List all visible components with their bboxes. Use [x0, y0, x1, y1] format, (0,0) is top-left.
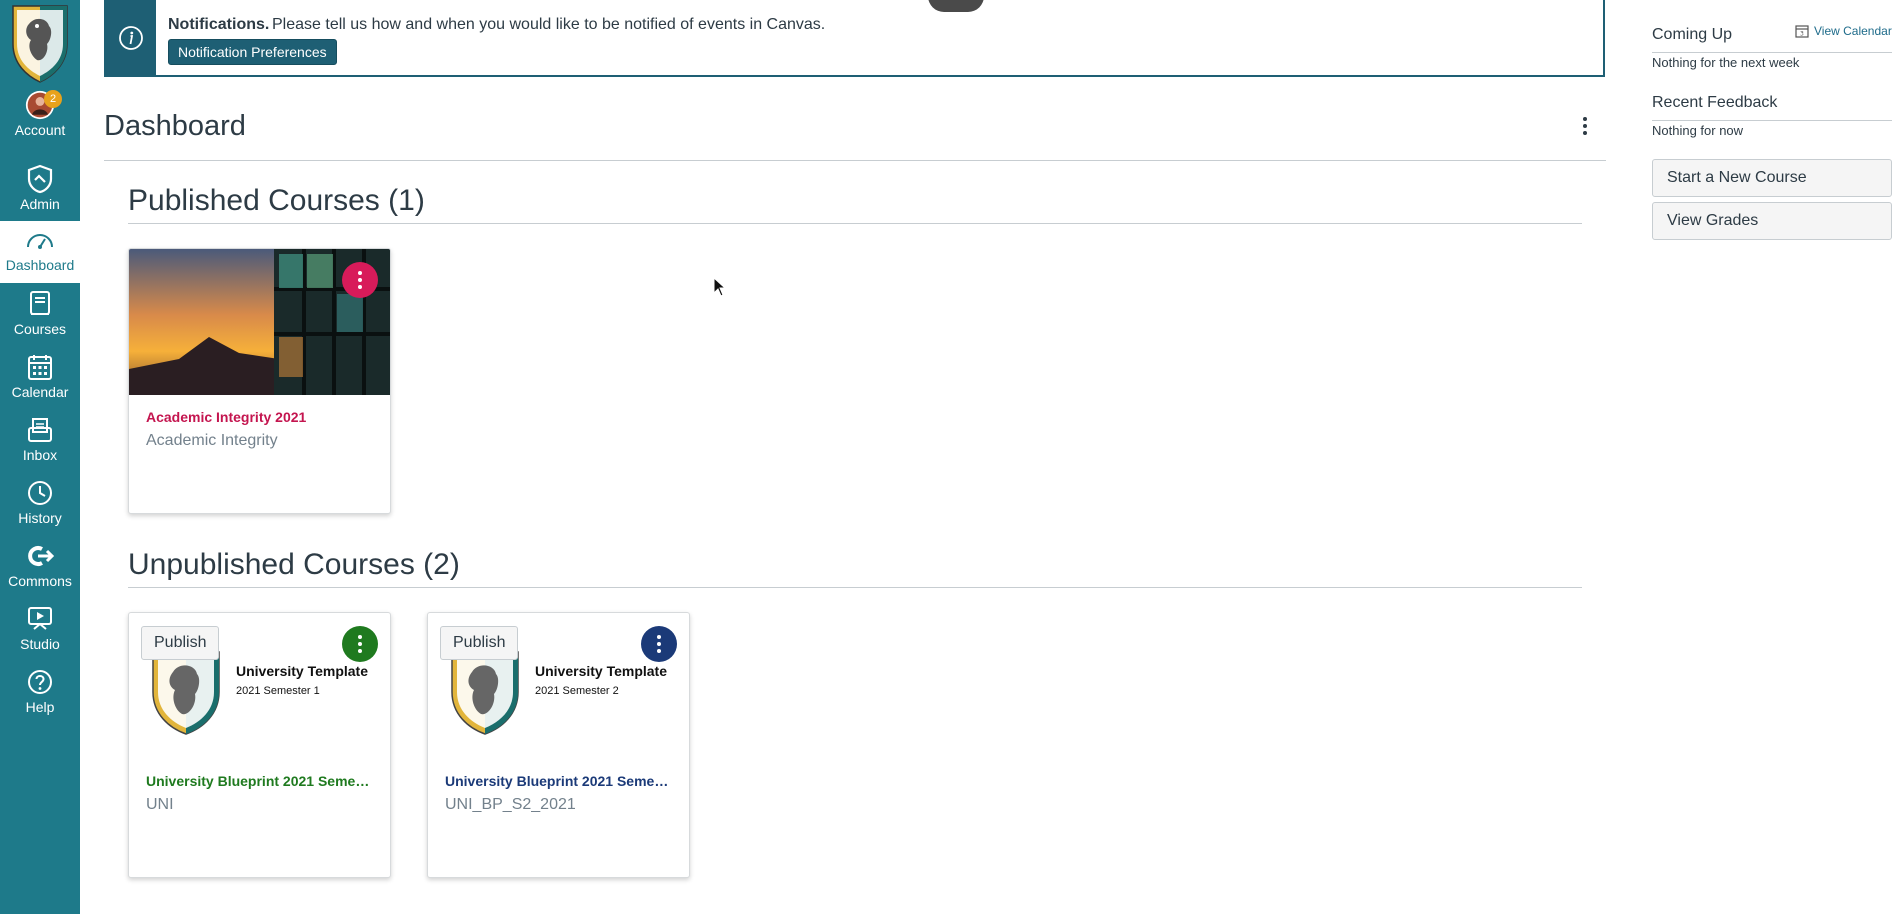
- divider: [1652, 120, 1892, 121]
- global-navigation: 2 Account Admin Dashboard Courses Calend…: [0, 0, 80, 914]
- publish-button[interactable]: Publish: [141, 626, 220, 660]
- nav-history[interactable]: History: [0, 474, 80, 536]
- nav-courses[interactable]: Courses: [0, 285, 80, 347]
- nav-help-label: Help: [25, 699, 55, 715]
- speedometer-icon: [25, 225, 55, 255]
- template-subtitle: 2021 Semester 1: [236, 685, 320, 697]
- kebab-dot: [657, 635, 661, 639]
- course-code: UNI_BP_S2_2021: [445, 796, 576, 813]
- shield-icon: [25, 164, 55, 194]
- nav-inbox-label: Inbox: [22, 447, 58, 463]
- svg-text:3: 3: [1800, 31, 1804, 38]
- nav-commons-label: Commons: [8, 573, 72, 589]
- kebab-dot: [358, 642, 362, 646]
- notification-title: Notifications.: [168, 16, 270, 33]
- kebab-dot: [358, 649, 362, 653]
- course-card[interactable]: Academic Integrity 2021 Academic Integri…: [128, 248, 391, 514]
- nav-dashboard[interactable]: Dashboard: [0, 221, 80, 283]
- start-new-course-button[interactable]: Start a New Course: [1652, 159, 1892, 197]
- course-card[interactable]: Publish University Template 2021 Semeste…: [427, 612, 690, 878]
- template-title: University Template: [535, 663, 668, 679]
- kebab-dot: [1583, 131, 1587, 135]
- nav-calendar[interactable]: Calendar: [0, 348, 80, 410]
- nav-inbox[interactable]: Inbox: [0, 411, 80, 473]
- crest-logo-icon: [451, 651, 519, 735]
- kebab-dot: [657, 642, 661, 646]
- right-sidebar: Coming Up 3 View Calendar Nothing for th…: [1652, 0, 1892, 914]
- view-calendar-link[interactable]: 3 View Calendar: [1795, 24, 1892, 38]
- institution-logo[interactable]: [0, 0, 80, 84]
- nav-account[interactable]: 2 Account: [0, 86, 80, 148]
- kebab-dot: [1583, 124, 1587, 128]
- mouse-cursor-icon: [713, 277, 727, 297]
- clock-icon: [25, 478, 55, 508]
- kebab-dot: [358, 271, 362, 275]
- info-icon: [119, 25, 143, 50]
- page-title: Dashboard: [104, 110, 246, 142]
- studio-icon: [25, 604, 55, 634]
- notification-message: Please tell us how and when you would li…: [272, 16, 826, 33]
- book-icon: [25, 289, 55, 319]
- recent-feedback-note: Nothing for now: [1652, 123, 1744, 138]
- nav-studio-label: Studio: [20, 636, 60, 652]
- nav-studio[interactable]: Studio: [0, 600, 80, 662]
- course-code: Academic Integrity: [146, 432, 278, 449]
- publish-button[interactable]: Publish: [440, 626, 519, 660]
- calendar-icon: 3: [1795, 25, 1809, 38]
- course-name-link[interactable]: University Blueprint 2021 Semester 1: [146, 773, 376, 789]
- nav-admin[interactable]: Admin: [0, 160, 80, 222]
- course-name-link[interactable]: Academic Integrity 2021: [146, 409, 376, 425]
- unpublished-courses-heading: Unpublished Courses (2): [128, 548, 460, 581]
- nav-history-label: History: [18, 510, 62, 526]
- course-code: UNI: [146, 796, 174, 813]
- info-strip: [106, 0, 156, 75]
- divider: [1652, 52, 1892, 53]
- coming-up-heading: Coming Up: [1652, 26, 1733, 43]
- nav-commons[interactable]: Commons: [0, 537, 80, 599]
- published-courses-heading: Published Courses (1): [128, 184, 425, 217]
- course-options-button[interactable]: [342, 626, 378, 662]
- course-name-link[interactable]: University Blueprint 2021 Semester 2: [445, 773, 675, 789]
- view-grades-button[interactable]: View Grades: [1652, 202, 1892, 240]
- recent-feedback-heading: Recent Feedback: [1652, 94, 1778, 111]
- calendar-icon: [25, 352, 55, 382]
- help-icon: [25, 667, 55, 697]
- course-card[interactable]: Publish University Template 2021 Semeste…: [128, 612, 391, 878]
- kebab-dot: [358, 635, 362, 639]
- nav-admin-label: Admin: [20, 196, 60, 212]
- notification-badge: 2: [44, 90, 62, 108]
- notification-preferences-button[interactable]: Notification Preferences: [168, 39, 337, 65]
- nav-help[interactable]: Help: [0, 663, 80, 725]
- inbox-icon: [25, 415, 55, 445]
- nav-courses-label: Courses: [13, 321, 67, 337]
- kebab-dot: [657, 649, 661, 653]
- template-subtitle: 2021 Semester 2: [535, 685, 619, 697]
- crest-logo-icon: [152, 651, 220, 735]
- kebab-dot: [358, 285, 362, 289]
- template-title: University Template: [236, 663, 369, 679]
- kebab-dot: [1583, 117, 1587, 121]
- dashboard-options-button[interactable]: [1575, 112, 1595, 140]
- course-options-button[interactable]: [641, 626, 677, 662]
- kebab-dot: [358, 278, 362, 282]
- nav-account-label: Account: [14, 122, 66, 138]
- commons-icon: [25, 541, 55, 571]
- divider: [128, 223, 1582, 224]
- nav-calendar-label: Calendar: [11, 384, 69, 400]
- view-calendar-label: View Calendar: [1814, 24, 1892, 38]
- nav-dashboard-label: Dashboard: [5, 257, 75, 273]
- course-options-button[interactable]: [342, 262, 378, 298]
- coming-up-note: Nothing for the next week: [1652, 55, 1800, 70]
- divider: [128, 587, 1582, 588]
- notification-banner: Notifications. Please tell us how and wh…: [104, 0, 1605, 77]
- crest-logo-icon: [12, 5, 68, 83]
- divider: [104, 160, 1606, 161]
